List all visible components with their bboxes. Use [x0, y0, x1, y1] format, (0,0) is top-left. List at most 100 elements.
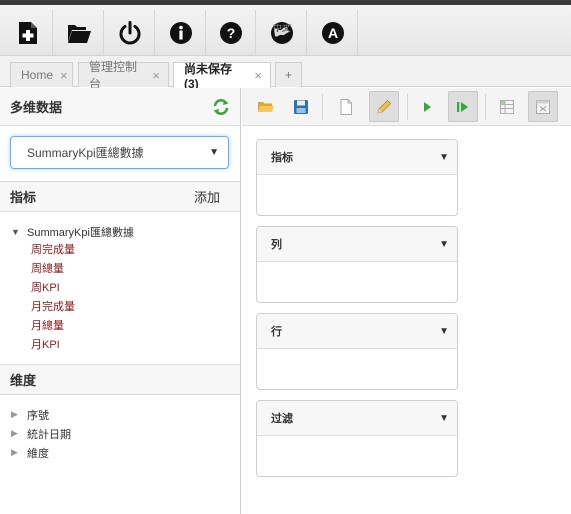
- measure-item[interactable]: 周總量: [11, 260, 240, 279]
- cube-panel-title: 多维数据: [10, 100, 63, 115]
- columns-drop-zone[interactable]: 列 ▼: [256, 226, 458, 303]
- edit-mode-button[interactable]: [369, 91, 399, 122]
- measures-title: 指标: [10, 190, 37, 205]
- new-tab-button[interactable]: +: [275, 62, 302, 87]
- tab-unsaved-query[interactable]: 尚未保存 (3) ×: [173, 62, 271, 91]
- cube-select[interactable]: SummaryKpi匯總數據 ▼: [10, 136, 229, 169]
- tab-label: 尚未保存 (3): [184, 62, 233, 91]
- tab-label: 管理控制台: [89, 60, 138, 91]
- rows-drop-zone[interactable]: 行 ▼: [256, 313, 458, 390]
- logout-button[interactable]: [105, 10, 155, 56]
- tab-close-icon[interactable]: ×: [152, 68, 160, 83]
- about-label: A: [327, 25, 337, 41]
- toggle-fields-button[interactable]: [492, 91, 522, 122]
- zone-header: 列 ▼: [257, 227, 457, 262]
- save-button[interactable]: [286, 91, 316, 122]
- query-toolbar: [242, 88, 571, 126]
- language-globe-icon: 中文: [270, 22, 293, 44]
- play-icon: [424, 101, 431, 112]
- filter-drop-zone[interactable]: 过滤 ▼: [256, 400, 458, 477]
- main-toolbar: ? 中文 A: [0, 0, 571, 56]
- layout-panel-icon: [536, 99, 550, 114]
- tab-label: Home: [21, 68, 54, 82]
- open-folder-icon: [67, 25, 91, 43]
- table-fields-icon: [500, 99, 514, 114]
- expanded-arrow-icon[interactable]: ▼: [11, 227, 27, 237]
- dimension-item[interactable]: ▶ 統計日期: [11, 424, 240, 443]
- blank-page-icon: [340, 98, 352, 115]
- new-query-icon: [18, 22, 37, 44]
- auto-execute-button[interactable]: [448, 91, 478, 122]
- run-query-button[interactable]: [412, 91, 442, 122]
- language-button[interactable]: 中文: [257, 10, 307, 56]
- help-icon: ?: [219, 22, 242, 44]
- measure-item[interactable]: 月KPI: [11, 336, 240, 355]
- dimension-item[interactable]: ▶ 序號: [11, 405, 240, 424]
- measure-item[interactable]: 周KPI: [11, 279, 240, 298]
- folder-icon: [258, 101, 274, 112]
- dimension-label: 維度: [27, 447, 49, 460]
- zone-title: 列: [271, 239, 282, 251]
- info-icon: [169, 22, 192, 44]
- dimensions-tree: ▶ 序號 ▶ 統計日期 ▶ 維度: [0, 395, 240, 462]
- tab-admin-console[interactable]: 管理控制台 ×: [78, 60, 169, 91]
- chevron-down-icon[interactable]: ▼: [439, 152, 449, 163]
- open-query-button[interactable]: [54, 10, 104, 56]
- dimension-item[interactable]: ▶ 維度: [11, 443, 240, 462]
- measure-item[interactable]: 月完成量: [11, 298, 240, 317]
- cube-select-wrap: SummaryKpi匯總數據 ▼: [0, 126, 240, 182]
- refresh-button[interactable]: [212, 98, 230, 116]
- cube-explorer-panel: 多维数据 SummaryKpi匯總數據 ▼ 指标 添加 ▼ SummaryKpi…: [0, 88, 241, 514]
- measure-group[interactable]: ▼ SummaryKpi匯總數據: [11, 222, 240, 241]
- about-button[interactable]: A: [308, 10, 358, 56]
- help-button[interactable]: ?: [206, 10, 256, 56]
- toolbar-separator: [485, 94, 486, 120]
- about-a-icon: A: [321, 22, 344, 44]
- dimensions-section: 维度 ▶ 序號 ▶ 統計日期 ▶ 維度: [0, 364, 240, 462]
- refresh-icon: [213, 98, 229, 115]
- new-query-button[interactable]: [3, 10, 53, 56]
- dimensions-header: 维度: [0, 365, 240, 395]
- dimension-label: 統計日期: [27, 428, 71, 441]
- dimensions-title: 维度: [10, 373, 37, 388]
- chevron-down-icon[interactable]: ▼: [439, 239, 449, 250]
- svg-text:?: ?: [226, 25, 235, 41]
- collapsed-arrow-icon[interactable]: ▶: [11, 409, 27, 420]
- measures-header: 指标 添加: [0, 182, 240, 212]
- dimension-label: 序號: [27, 409, 49, 422]
- tab-home[interactable]: Home ×: [10, 62, 73, 87]
- cube-panel-header: 多维数据: [0, 88, 240, 126]
- info-button[interactable]: [156, 10, 206, 56]
- open-button[interactable]: [251, 91, 281, 122]
- new-tab-plus: +: [284, 68, 292, 82]
- auto-run-icon: [457, 101, 468, 112]
- collapsed-arrow-icon[interactable]: ▶: [11, 428, 27, 439]
- measures-drop-zone[interactable]: 指标 ▼: [256, 139, 458, 216]
- add-measure-button[interactable]: 添加: [194, 187, 220, 206]
- tab-close-icon[interactable]: ×: [60, 68, 68, 83]
- measures-tree: ▼ SummaryKpi匯總數據 周完成量 周總量 周KPI 月完成量 月總量 …: [0, 212, 240, 352]
- zone-header: 指标 ▼: [257, 140, 457, 175]
- cube-select-value: SummaryKpi匯總數據: [27, 146, 144, 160]
- measure-item[interactable]: 月總量: [11, 317, 240, 336]
- chevron-down-icon[interactable]: ▼: [439, 326, 449, 337]
- chevron-down-icon[interactable]: ▼: [439, 413, 449, 424]
- toolbar-separator: [322, 94, 323, 120]
- measure-item[interactable]: 周完成量: [11, 241, 240, 260]
- chevron-down-icon: ▼: [209, 147, 219, 158]
- power-icon: [119, 21, 140, 45]
- toolbar-separator: [407, 94, 408, 120]
- measure-group-label: SummaryKpi匯總數據: [27, 226, 134, 239]
- zone-title: 指标: [271, 152, 293, 164]
- pencil-icon: [377, 99, 392, 114]
- toggle-sidebar-button[interactable]: [528, 91, 558, 122]
- zone-header: 行 ▼: [257, 314, 457, 349]
- new-button[interactable]: [331, 91, 361, 122]
- tab-close-icon[interactable]: ×: [254, 68, 262, 83]
- language-label: 中文: [272, 22, 290, 34]
- zone-title: 过滤: [271, 413, 293, 425]
- zone-title: 行: [271, 326, 282, 338]
- zone-header: 过滤 ▼: [257, 401, 457, 436]
- collapsed-arrow-icon[interactable]: ▶: [11, 447, 27, 458]
- save-disk-icon: [294, 99, 308, 114]
